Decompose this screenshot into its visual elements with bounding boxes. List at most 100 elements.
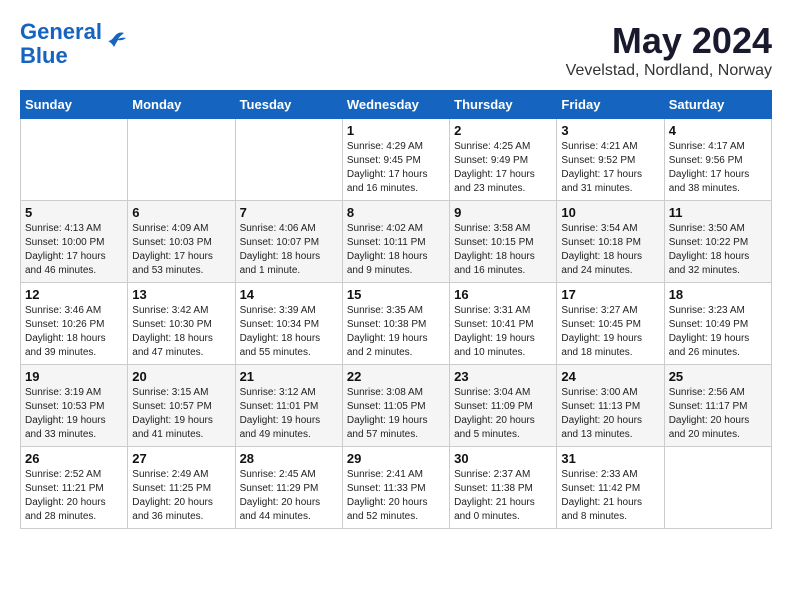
page-header: GeneralBlue May 2024 Vevelstad, Nordland… <box>20 20 772 80</box>
calendar-cell: 9 Sunrise: 3:58 AM Sunset: 10:15 PM Dayli… <box>450 201 557 283</box>
calendar-cell: 5Sunrise: 4:13 AM Sunset: 10:00 PM Dayli… <box>21 201 128 283</box>
day-number: 12 <box>25 287 123 302</box>
calendar-week-row: 19 Sunrise: 3:19 AM Sunset: 10:53 PM Dayl… <box>21 365 772 447</box>
day-number: 20 <box>132 369 230 384</box>
calendar-cell: 11 Sunrise: 3:50 AM Sunset: 10:22 PM Dayl… <box>664 201 771 283</box>
day-number: 1 <box>347 123 445 138</box>
day-number: 7 <box>240 205 338 220</box>
day-info: Sunrise: 2:49 AM Sunset: 11:25 PM Daylig… <box>132 468 230 524</box>
day-info: Sunrise: 4:02 AM Sunset: 10:11 PM Daylig… <box>347 222 445 278</box>
calendar-cell: 7 Sunrise: 4:06 AM Sunset: 10:07 PM Dayli… <box>235 201 342 283</box>
calendar-cell <box>664 447 771 529</box>
day-info: Sunrise: 3:12 AM Sunset: 11:01 PM Daylig… <box>240 386 338 442</box>
logo-text: GeneralBlue <box>20 20 102 68</box>
day-info: Sunrise: 4:21 AM Sunset: 9:52 PM Dayligh… <box>561 140 659 196</box>
calendar-cell <box>128 119 235 201</box>
day-header-tuesday: Tuesday <box>235 91 342 119</box>
calendar-cell: 3 Sunrise: 4:21 AM Sunset: 9:52 PM Daylig… <box>557 119 664 201</box>
calendar-cell: 22Sunrise: 3:08 AM Sunset: 11:05 PM Dayl… <box>342 365 449 447</box>
day-number: 17 <box>561 287 659 302</box>
day-number: 23 <box>454 369 552 384</box>
calendar-cell: 24 Sunrise: 3:00 AM Sunset: 11:13 PM Dayl… <box>557 365 664 447</box>
day-info: Sunrise: 3:42 AM Sunset: 10:30 PM Daylig… <box>132 304 230 360</box>
day-info: Sunrise: 3:58 AM Sunset: 10:15 PM Daylig… <box>454 222 552 278</box>
day-number: 13 <box>132 287 230 302</box>
day-number: 31 <box>561 451 659 466</box>
day-number: 24 <box>561 369 659 384</box>
day-number: 27 <box>132 451 230 466</box>
day-info: Sunrise: 4:06 AM Sunset: 10:07 PM Daylig… <box>240 222 338 278</box>
day-number: 10 <box>561 205 659 220</box>
title-section: May 2024 Vevelstad, Nordland, Norway <box>566 20 772 80</box>
day-info: Sunrise: 3:50 AM Sunset: 10:22 PM Daylig… <box>669 222 767 278</box>
day-info: Sunrise: 3:46 AM Sunset: 10:26 PM Daylig… <box>25 304 123 360</box>
calendar-cell: 2 Sunrise: 4:25 AM Sunset: 9:49 PM Daylig… <box>450 119 557 201</box>
logo-bird-icon <box>104 29 126 51</box>
day-info: Sunrise: 2:33 AM Sunset: 11:42 PM Daylig… <box>561 468 659 524</box>
day-info: Sunrise: 3:39 AM Sunset: 10:34 PM Daylig… <box>240 304 338 360</box>
calendar-cell: 18Sunrise: 3:23 AM Sunset: 10:49 PM Dayl… <box>664 283 771 365</box>
calendar-cell: 4 Sunrise: 4:17 AM Sunset: 9:56 PM Daylig… <box>664 119 771 201</box>
day-number: 8 <box>347 205 445 220</box>
calendar-cell: 25 Sunrise: 2:56 AM Sunset: 11:17 PM Dayl… <box>664 365 771 447</box>
day-info: Sunrise: 2:41 AM Sunset: 11:33 PM Daylig… <box>347 468 445 524</box>
day-header-friday: Friday <box>557 91 664 119</box>
calendar-cell <box>235 119 342 201</box>
day-number: 2 <box>454 123 552 138</box>
day-info: Sunrise: 3:27 AM Sunset: 10:45 PM Daylig… <box>561 304 659 360</box>
day-info: Sunrise: 2:37 AM Sunset: 11:38 PM Daylig… <box>454 468 552 524</box>
day-number: 28 <box>240 451 338 466</box>
day-number: 11 <box>669 205 767 220</box>
day-info: Sunrise: 2:56 AM Sunset: 11:17 PM Daylig… <box>669 386 767 442</box>
calendar-cell <box>21 119 128 201</box>
day-info: Sunrise: 3:08 AM Sunset: 11:05 PM Daylig… <box>347 386 445 442</box>
day-info: Sunrise: 3:54 AM Sunset: 10:18 PM Daylig… <box>561 222 659 278</box>
calendar-cell: 19 Sunrise: 3:19 AM Sunset: 10:53 PM Dayl… <box>21 365 128 447</box>
day-header-wednesday: Wednesday <box>342 91 449 119</box>
calendar-week-row: 5Sunrise: 4:13 AM Sunset: 10:00 PM Dayli… <box>21 201 772 283</box>
day-number: 14 <box>240 287 338 302</box>
calendar-cell: 6 Sunrise: 4:09 AM Sunset: 10:03 PM Dayli… <box>128 201 235 283</box>
calendar-table: SundayMondayTuesdayWednesdayThursdayFrid… <box>20 90 772 529</box>
calendar-cell: 27 Sunrise: 2:49 AM Sunset: 11:25 PM Dayl… <box>128 447 235 529</box>
day-number: 26 <box>25 451 123 466</box>
day-header-saturday: Saturday <box>664 91 771 119</box>
day-number: 15 <box>347 287 445 302</box>
day-header-sunday: Sunday <box>21 91 128 119</box>
day-info: Sunrise: 4:25 AM Sunset: 9:49 PM Dayligh… <box>454 140 552 196</box>
day-number: 19 <box>25 369 123 384</box>
day-header-thursday: Thursday <box>450 91 557 119</box>
day-number: 4 <box>669 123 767 138</box>
day-info: Sunrise: 4:29 AM Sunset: 9:45 PM Dayligh… <box>347 140 445 196</box>
calendar-subtitle: Vevelstad, Nordland, Norway <box>566 62 772 80</box>
calendar-header-row: SundayMondayTuesdayWednesdayThursdayFrid… <box>21 91 772 119</box>
calendar-cell: 17 Sunrise: 3:27 AM Sunset: 10:45 PM Dayl… <box>557 283 664 365</box>
calendar-cell: 23 Sunrise: 3:04 AM Sunset: 11:09 PM Dayl… <box>450 365 557 447</box>
calendar-cell: 15 Sunrise: 3:35 AM Sunset: 10:38 PM Dayl… <box>342 283 449 365</box>
day-info: Sunrise: 4:09 AM Sunset: 10:03 PM Daylig… <box>132 222 230 278</box>
day-info: Sunrise: 4:13 AM Sunset: 10:00 PM Daylig… <box>25 222 123 278</box>
day-number: 25 <box>669 369 767 384</box>
day-info: Sunrise: 3:23 AM Sunset: 10:49 PM Daylig… <box>669 304 767 360</box>
day-number: 3 <box>561 123 659 138</box>
logo: GeneralBlue <box>20 20 126 68</box>
calendar-cell: 14 Sunrise: 3:39 AM Sunset: 10:34 PM Dayl… <box>235 283 342 365</box>
day-number: 6 <box>132 205 230 220</box>
day-header-monday: Monday <box>128 91 235 119</box>
day-info: Sunrise: 3:19 AM Sunset: 10:53 PM Daylig… <box>25 386 123 442</box>
day-info: Sunrise: 3:00 AM Sunset: 11:13 PM Daylig… <box>561 386 659 442</box>
calendar-cell: 28Sunrise: 2:45 AM Sunset: 11:29 PM Dayl… <box>235 447 342 529</box>
calendar-cell: 21Sunrise: 3:12 AM Sunset: 11:01 PM Dayl… <box>235 365 342 447</box>
day-info: Sunrise: 3:35 AM Sunset: 10:38 PM Daylig… <box>347 304 445 360</box>
day-number: 16 <box>454 287 552 302</box>
day-info: Sunrise: 2:52 AM Sunset: 11:21 PM Daylig… <box>25 468 123 524</box>
calendar-week-row: 12 Sunrise: 3:46 AM Sunset: 10:26 PM Dayl… <box>21 283 772 365</box>
day-info: Sunrise: 4:17 AM Sunset: 9:56 PM Dayligh… <box>669 140 767 196</box>
calendar-week-row: 1 Sunrise: 4:29 AM Sunset: 9:45 PM Daylig… <box>21 119 772 201</box>
day-number: 9 <box>454 205 552 220</box>
day-number: 29 <box>347 451 445 466</box>
calendar-cell: 16Sunrise: 3:31 AM Sunset: 10:41 PM Dayl… <box>450 283 557 365</box>
calendar-cell: 10 Sunrise: 3:54 AM Sunset: 10:18 PM Dayl… <box>557 201 664 283</box>
calendar-cell: 20Sunrise: 3:15 AM Sunset: 10:57 PM Dayl… <box>128 365 235 447</box>
day-info: Sunrise: 3:04 AM Sunset: 11:09 PM Daylig… <box>454 386 552 442</box>
